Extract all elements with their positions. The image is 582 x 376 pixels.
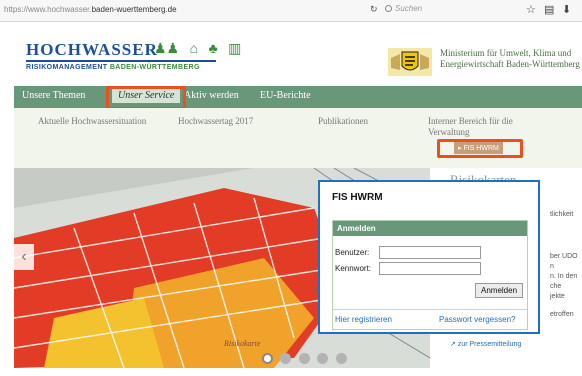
nav-item-eu-berichte[interactable]: EU-Berichte: [260, 90, 311, 101]
news-text-fragment: etroffen: [550, 311, 574, 318]
slider-dot[interactable]: [298, 353, 310, 365]
dropdown-item-interner-bereich[interactable]: Interner Bereich für die Verwaltung: [428, 116, 513, 138]
search-icon: [385, 5, 392, 12]
map-caption: Risikokarte: [223, 339, 261, 348]
service-dropdown: Aktuelle Hochwassersituation Hochwassert…: [14, 108, 582, 168]
news-text-fragment: ber UDO: [550, 253, 578, 260]
browser-toolbar: https://www.hochwasser.baden-wuerttember…: [0, 0, 582, 22]
interner-bereich-line-1: Interner Bereich für die: [428, 116, 513, 126]
slider-dot[interactable]: [317, 353, 329, 365]
panel-divider: [333, 309, 527, 310]
username-label: Benutzer:: [335, 248, 370, 257]
nav-item-aktiv-werden[interactable]: Aktiv werden: [184, 90, 239, 101]
ministry-line-1: Ministerium für Umwelt, Klima und: [440, 48, 572, 58]
logo-subtitle-blue: RISIKOMANAGEMENT: [26, 64, 110, 71]
nav-item-unsere-themen[interactable]: Unsere Themen: [22, 90, 85, 101]
search-placeholder: Suchen: [395, 4, 423, 13]
slider-dot[interactable]: [280, 353, 292, 365]
password-label: Kennwort:: [335, 264, 372, 273]
logo-title[interactable]: HOCHWASSER: [26, 40, 158, 60]
state-crest-icon: [388, 48, 432, 76]
news-text-fragment: che: [550, 283, 562, 290]
logo-underline: [26, 60, 216, 62]
slider-pause-dot[interactable]: [262, 353, 273, 365]
download-icon[interactable]: ⬇: [562, 3, 571, 17]
ministry-line-2: Energiewirtschaft Baden-Württemberg: [440, 59, 580, 69]
people-icon: ♟♟: [154, 40, 180, 56]
ministry-name[interactable]: Ministerium für Umwelt, Klima und Energi…: [440, 48, 580, 70]
password-field[interactable]: [379, 262, 481, 275]
dropdown-item-hochwassertag[interactable]: Hochwassertag 2017: [178, 116, 253, 127]
url-prefix: https://www.hochwasser.: [4, 5, 92, 14]
logo-icons: ♟♟ ⌂ ♣ ▥: [154, 40, 247, 58]
logo-subtitle: RISIKOMANAGEMENT BADEN-WÜRTTEMBERG: [26, 64, 200, 71]
main-navigation: Unsere Themen Unser Service Aktiv werden…: [14, 86, 582, 108]
forgot-password-link[interactable]: Passwort vergessen?: [439, 315, 515, 324]
press-release-link[interactable]: ↗ zur Pressemitteilung: [450, 340, 521, 349]
login-button[interactable]: Anmelden: [475, 283, 524, 298]
building-icon: ⌂: [189, 40, 199, 56]
logo-subtitle-green: BADEN-WÜRTTEMBERG: [109, 64, 200, 71]
news-text-fragment: n: [550, 263, 554, 270]
popup-title: FIS HWRM: [332, 192, 383, 203]
register-link[interactable]: Hier registrieren: [335, 315, 392, 324]
factory-icon: ▥: [228, 40, 242, 56]
search-input[interactable]: Suchen: [385, 4, 505, 18]
dropdown-item-publikationen[interactable]: Publikationen: [318, 116, 368, 127]
interner-bereich-line-2: Verwaltung: [428, 127, 470, 137]
star-icon[interactable]: ☆: [526, 3, 536, 17]
highlight-frame-service: [106, 86, 186, 110]
slider-dots: [262, 350, 350, 368]
tree-icon: ♣: [208, 40, 218, 56]
url-host: baden-wuerttemberg.de: [91, 5, 177, 14]
dropdown-item-hochwassersituation[interactable]: Aktuelle Hochwassersituation: [38, 116, 146, 127]
slider-dot[interactable]: [335, 353, 347, 365]
address-bar[interactable]: https://www.hochwasser.baden-wuerttember…: [4, 5, 177, 14]
username-field[interactable]: [379, 246, 481, 259]
news-text-fragment: jekte: [550, 293, 565, 300]
login-panel-header: Anmelden: [333, 221, 527, 236]
reload-icon[interactable]: ↻: [370, 4, 378, 15]
news-text-fragment: n. In den: [550, 273, 578, 280]
site-header: HOCHWASSER ♟♟ ⌂ ♣ ▥ RISIKOMANAGEMENT BAD…: [14, 22, 582, 86]
press-release-label: zur Pressemitteilung: [457, 341, 522, 348]
highlight-frame-fis-hwrm: [437, 139, 523, 158]
slider-prev-arrow[interactable]: ‹: [14, 244, 34, 270]
news-text-fragment: tlichkeit: [550, 211, 574, 218]
clipboard-icon[interactable]: ▤: [544, 3, 554, 17]
fis-hwrm-login-popup: FIS HWRM Anmelden Benutzer: Kennwort: An…: [318, 180, 540, 334]
login-panel: Anmelden Benutzer: Kennwort: Anmelden Hi…: [332, 220, 528, 330]
